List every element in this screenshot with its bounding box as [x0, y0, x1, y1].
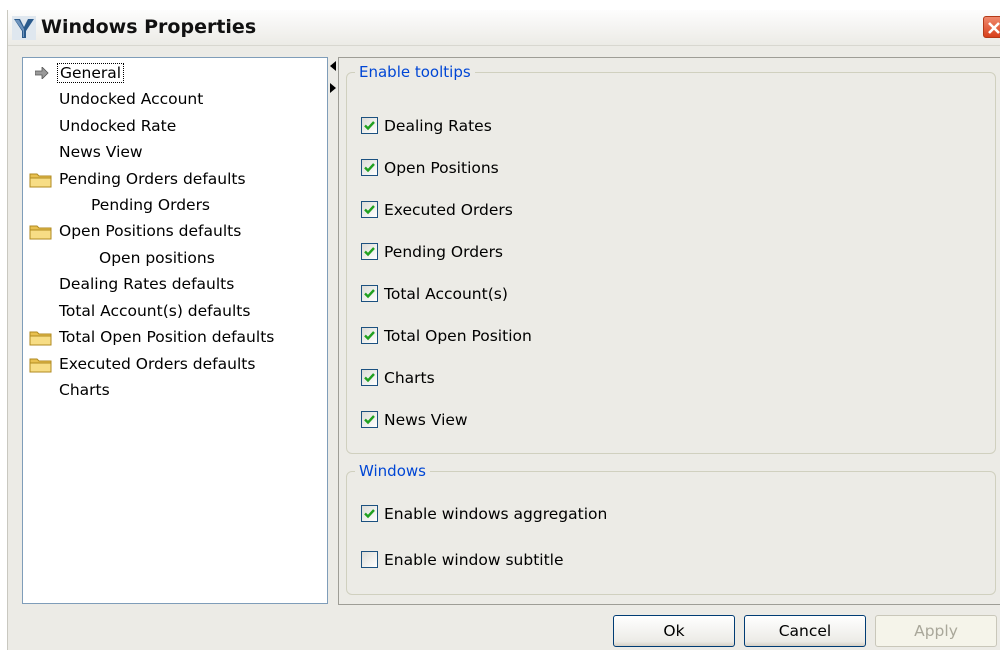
windows-properties-dialog: Windows Properties General Undocked Accou… — [7, 10, 1000, 650]
tree-item[interactable]: Open Positions defaults — [29, 220, 243, 242]
checkbox-row[interactable]: Charts — [361, 367, 435, 389]
checkbox-label: Enable window subtitle — [384, 551, 564, 569]
check-icon — [364, 247, 375, 257]
windows-group: Windows Enable windows aggregation Enable… — [346, 462, 996, 595]
expand-right-icon — [330, 83, 336, 93]
checkbox-label: Total Open Position — [384, 327, 532, 345]
checkbox-label: Dealing Rates — [384, 117, 492, 135]
close-x-icon — [988, 22, 1000, 34]
windows-group-legend: Windows — [355, 462, 430, 480]
checkbox-label: Pending Orders — [384, 243, 504, 261]
checkbox[interactable] — [361, 327, 378, 344]
checkbox[interactable] — [361, 551, 378, 568]
tree-item-label: Pending Orders — [91, 196, 211, 214]
close-button[interactable] — [983, 16, 1000, 38]
tree-item[interactable]: Open positions — [97, 247, 217, 269]
cancel-button[interactable]: Cancel — [744, 615, 866, 647]
tree-item[interactable]: Executed Orders defaults — [29, 353, 257, 375]
check-icon — [364, 509, 375, 519]
folder-icon — [29, 358, 52, 373]
tree-item[interactable]: Undocked Rate — [57, 115, 178, 137]
checkbox[interactable] — [361, 159, 378, 176]
window-title: Windows Properties — [41, 16, 257, 38]
category-tree[interactable]: General Undocked Account Undocked Rate News… — [22, 57, 328, 604]
tree-item-label: Dealing Rates defaults — [59, 275, 235, 293]
checkbox-label: News View — [384, 411, 468, 429]
check-icon — [364, 163, 375, 173]
tree-item-label: News View — [59, 143, 143, 161]
collapse-left-icon — [330, 61, 336, 71]
title-bar[interactable]: Windows Properties — [8, 10, 1000, 46]
checkbox-row[interactable]: Open Positions — [361, 157, 499, 179]
tree-item[interactable]: Pending Orders — [89, 194, 212, 216]
settings-panel: Enable tooltips Dealing Rates Open Positi… — [338, 57, 1000, 605]
check-icon — [364, 205, 375, 215]
checkbox-row[interactable]: Pending Orders — [361, 241, 503, 263]
checkbox[interactable] — [361, 201, 378, 218]
checkbox-row[interactable]: News View — [361, 409, 468, 431]
tree-item-label: Undocked Rate — [59, 117, 177, 135]
tree-item[interactable]: Total Open Position defaults — [29, 326, 276, 348]
tree-item[interactable]: Total Account(s) defaults — [57, 300, 252, 322]
tooltips-group-legend: Enable tooltips — [355, 63, 475, 81]
checkbox-row[interactable]: Total Open Position — [361, 325, 532, 347]
check-icon — [364, 373, 375, 383]
tree-item-label: Total Open Position defaults — [59, 328, 275, 346]
checkbox[interactable] — [361, 243, 378, 260]
apply-button[interactable]: Apply — [875, 615, 997, 647]
checkbox-label: Enable windows aggregation — [384, 505, 608, 523]
y-logo-icon — [12, 16, 36, 40]
checkbox-row[interactable]: Enable windows aggregation — [361, 503, 607, 525]
tree-item-label: Pending Orders defaults — [59, 170, 246, 188]
checkbox-row[interactable]: Total Account(s) — [361, 283, 508, 305]
tooltips-group: Enable tooltips Dealing Rates Open Positi… — [346, 63, 996, 454]
checkbox[interactable] — [361, 505, 378, 522]
tree-item-label: General — [57, 63, 125, 83]
checkbox-row[interactable]: Dealing Rates — [361, 115, 492, 137]
checkbox-label: Charts — [384, 369, 435, 387]
folder-icon — [29, 173, 52, 188]
checkbox-row[interactable]: Enable window subtitle — [361, 549, 564, 571]
folder-icon — [29, 331, 52, 346]
tree-item[interactable]: Pending Orders defaults — [29, 168, 248, 190]
tree-item-label: Executed Orders defaults — [59, 355, 256, 373]
tree-item[interactable]: Charts — [57, 379, 112, 401]
checkbox[interactable] — [361, 117, 378, 134]
checkbox-label: Open Positions — [384, 159, 499, 177]
check-icon — [364, 415, 375, 425]
check-icon — [364, 121, 375, 131]
checkbox[interactable] — [361, 369, 378, 386]
arrow-right-icon — [35, 67, 49, 79]
checkbox-label: Executed Orders — [384, 201, 513, 219]
tree-item-label: Undocked Account — [59, 90, 204, 108]
checkbox-row[interactable]: Executed Orders — [361, 199, 513, 221]
tree-item-label: Open positions — [99, 249, 215, 267]
tree-item-label: Charts — [59, 381, 110, 399]
ok-button[interactable]: Ok — [613, 615, 735, 647]
checkbox[interactable] — [361, 285, 378, 302]
folder-icon — [29, 225, 52, 240]
check-icon — [364, 331, 375, 341]
tree-item[interactable]: Undocked Account — [57, 88, 205, 110]
tree-item-label: Total Account(s) defaults — [59, 302, 251, 320]
tree-item-label: Open Positions defaults — [59, 222, 242, 240]
check-icon — [364, 289, 375, 299]
tree-item[interactable]: General — [35, 62, 125, 84]
tree-item[interactable]: Dealing Rates defaults — [57, 273, 236, 295]
checkbox-label: Total Account(s) — [384, 285, 508, 303]
tree-item[interactable]: News View — [57, 141, 145, 163]
checkbox[interactable] — [361, 411, 378, 428]
